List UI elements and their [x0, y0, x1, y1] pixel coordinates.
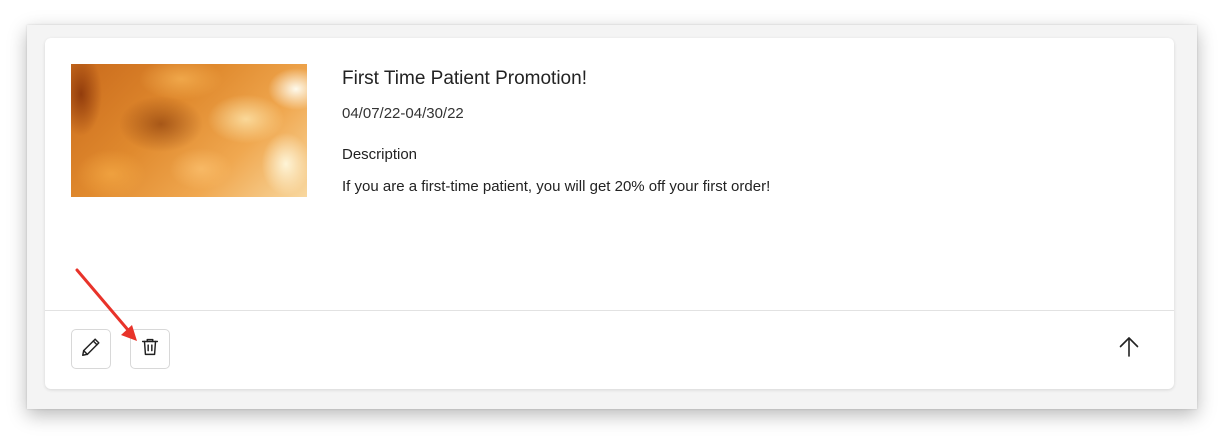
description-label: Description [342, 146, 418, 163]
card-footer-divider [45, 310, 1174, 311]
promotion-title: First Time Patient Promotion! [342, 68, 587, 89]
collapse-button[interactable] [1115, 335, 1143, 363]
arrow-up-icon [1117, 335, 1141, 364]
trash-icon [139, 336, 161, 363]
description-text: If you are a first-time patient, you wil… [342, 178, 771, 195]
edit-button[interactable] [71, 329, 111, 369]
promotion-card: First Time Patient Promotion! 04/07/22-0… [45, 38, 1174, 389]
promotion-date-range: 04/07/22-04/30/22 [342, 105, 464, 122]
pencil-icon [80, 336, 102, 363]
screenshot-window: First Time Patient Promotion! 04/07/22-0… [27, 25, 1197, 409]
promotion-image [71, 64, 307, 197]
delete-button[interactable] [130, 329, 170, 369]
